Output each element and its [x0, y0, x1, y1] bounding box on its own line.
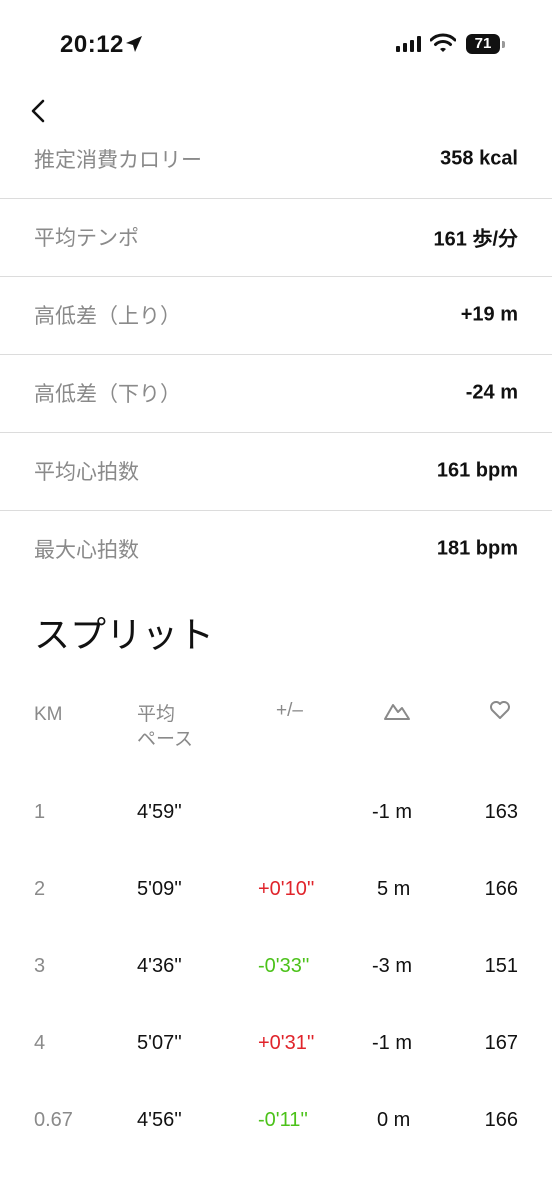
split-diff: -0'11'' — [258, 1109, 308, 1131]
stat-row-cadence: 平均テンポ 161 歩/分 — [0, 198, 552, 277]
split-pace: 4'36'' — [137, 955, 182, 977]
status-time: 20:12 — [60, 31, 124, 58]
header-pace-line1: 平均 — [137, 704, 176, 725]
split-pace: 4'56'' — [137, 1109, 182, 1131]
header-avg-pace: 平均 ペース — [137, 702, 193, 752]
split-km: 2 — [34, 878, 46, 900]
splits-title: スプリット — [34, 614, 215, 655]
split-elevation: -1 m — [372, 801, 412, 823]
cellular-signal-icon — [396, 36, 421, 52]
split-elevation: -1 m — [372, 1032, 412, 1054]
stat-label: 平均テンポ — [34, 227, 139, 250]
split-km: 3 — [34, 955, 46, 977]
status-bar: 20:12 71 — [0, 0, 552, 90]
split-heart-rate: 166 — [484, 878, 518, 900]
stat-row-avg-heart-rate: 平均心拍数 161 bpm — [0, 432, 552, 511]
stat-row-elevation-gain: 高低差（上り） +19 m — [0, 276, 552, 355]
stat-value: -24 m — [465, 381, 518, 404]
split-diff: +0'31'' — [258, 1032, 315, 1054]
stat-row-calories: 推定消費カロリー 358 kcal — [0, 120, 552, 199]
split-pace: 4'59'' — [137, 801, 182, 823]
location-arrow-icon — [126, 36, 142, 52]
stat-label: 高低差（上り） — [34, 305, 181, 328]
stat-value: 181 bpm — [436, 537, 518, 560]
stat-label: 推定消費カロリー — [34, 149, 202, 172]
battery-icon: 71 — [466, 34, 506, 54]
split-heart-rate: 163 — [484, 801, 518, 823]
split-pace: 5'09'' — [137, 878, 182, 900]
header-pace-line2: ペース — [137, 729, 194, 750]
split-heart-rate: 166 — [484, 1109, 518, 1131]
header-diff: +/– — [276, 700, 303, 721]
stat-value: 161 歩/分 — [433, 228, 518, 251]
mountain-icon — [384, 704, 410, 720]
stat-value: 161 bpm — [436, 459, 518, 482]
stat-value: 358 kcal — [440, 147, 518, 170]
stat-row-max-heart-rate: 最大心拍数 181 bpm — [0, 510, 552, 588]
stat-row-elevation-loss: 高低差（下り） -24 m — [0, 354, 552, 433]
split-heart-rate: 167 — [484, 1032, 518, 1054]
wifi-icon — [430, 33, 456, 52]
split-km: 0.67 — [34, 1109, 73, 1131]
split-elevation: -3 m — [372, 955, 412, 977]
split-elevation: 5 m — [377, 878, 411, 900]
battery-level: 71 — [466, 34, 500, 54]
split-heart-rate: 151 — [484, 955, 518, 977]
stat-label: 高低差（下り） — [34, 383, 181, 406]
split-diff: -0'33'' — [258, 955, 310, 977]
split-elevation: 0 m — [377, 1109, 411, 1131]
stat-label: 平均心拍数 — [34, 461, 139, 484]
split-pace: 5'07'' — [137, 1032, 182, 1054]
stat-value: +19 m — [460, 303, 518, 326]
stat-label: 最大心拍数 — [34, 539, 139, 562]
header-km: KM — [34, 704, 63, 725]
heart-icon — [490, 701, 510, 719]
split-km: 4 — [34, 1032, 46, 1054]
split-km: 1 — [34, 801, 46, 823]
split-diff: +0'10'' — [258, 878, 315, 900]
